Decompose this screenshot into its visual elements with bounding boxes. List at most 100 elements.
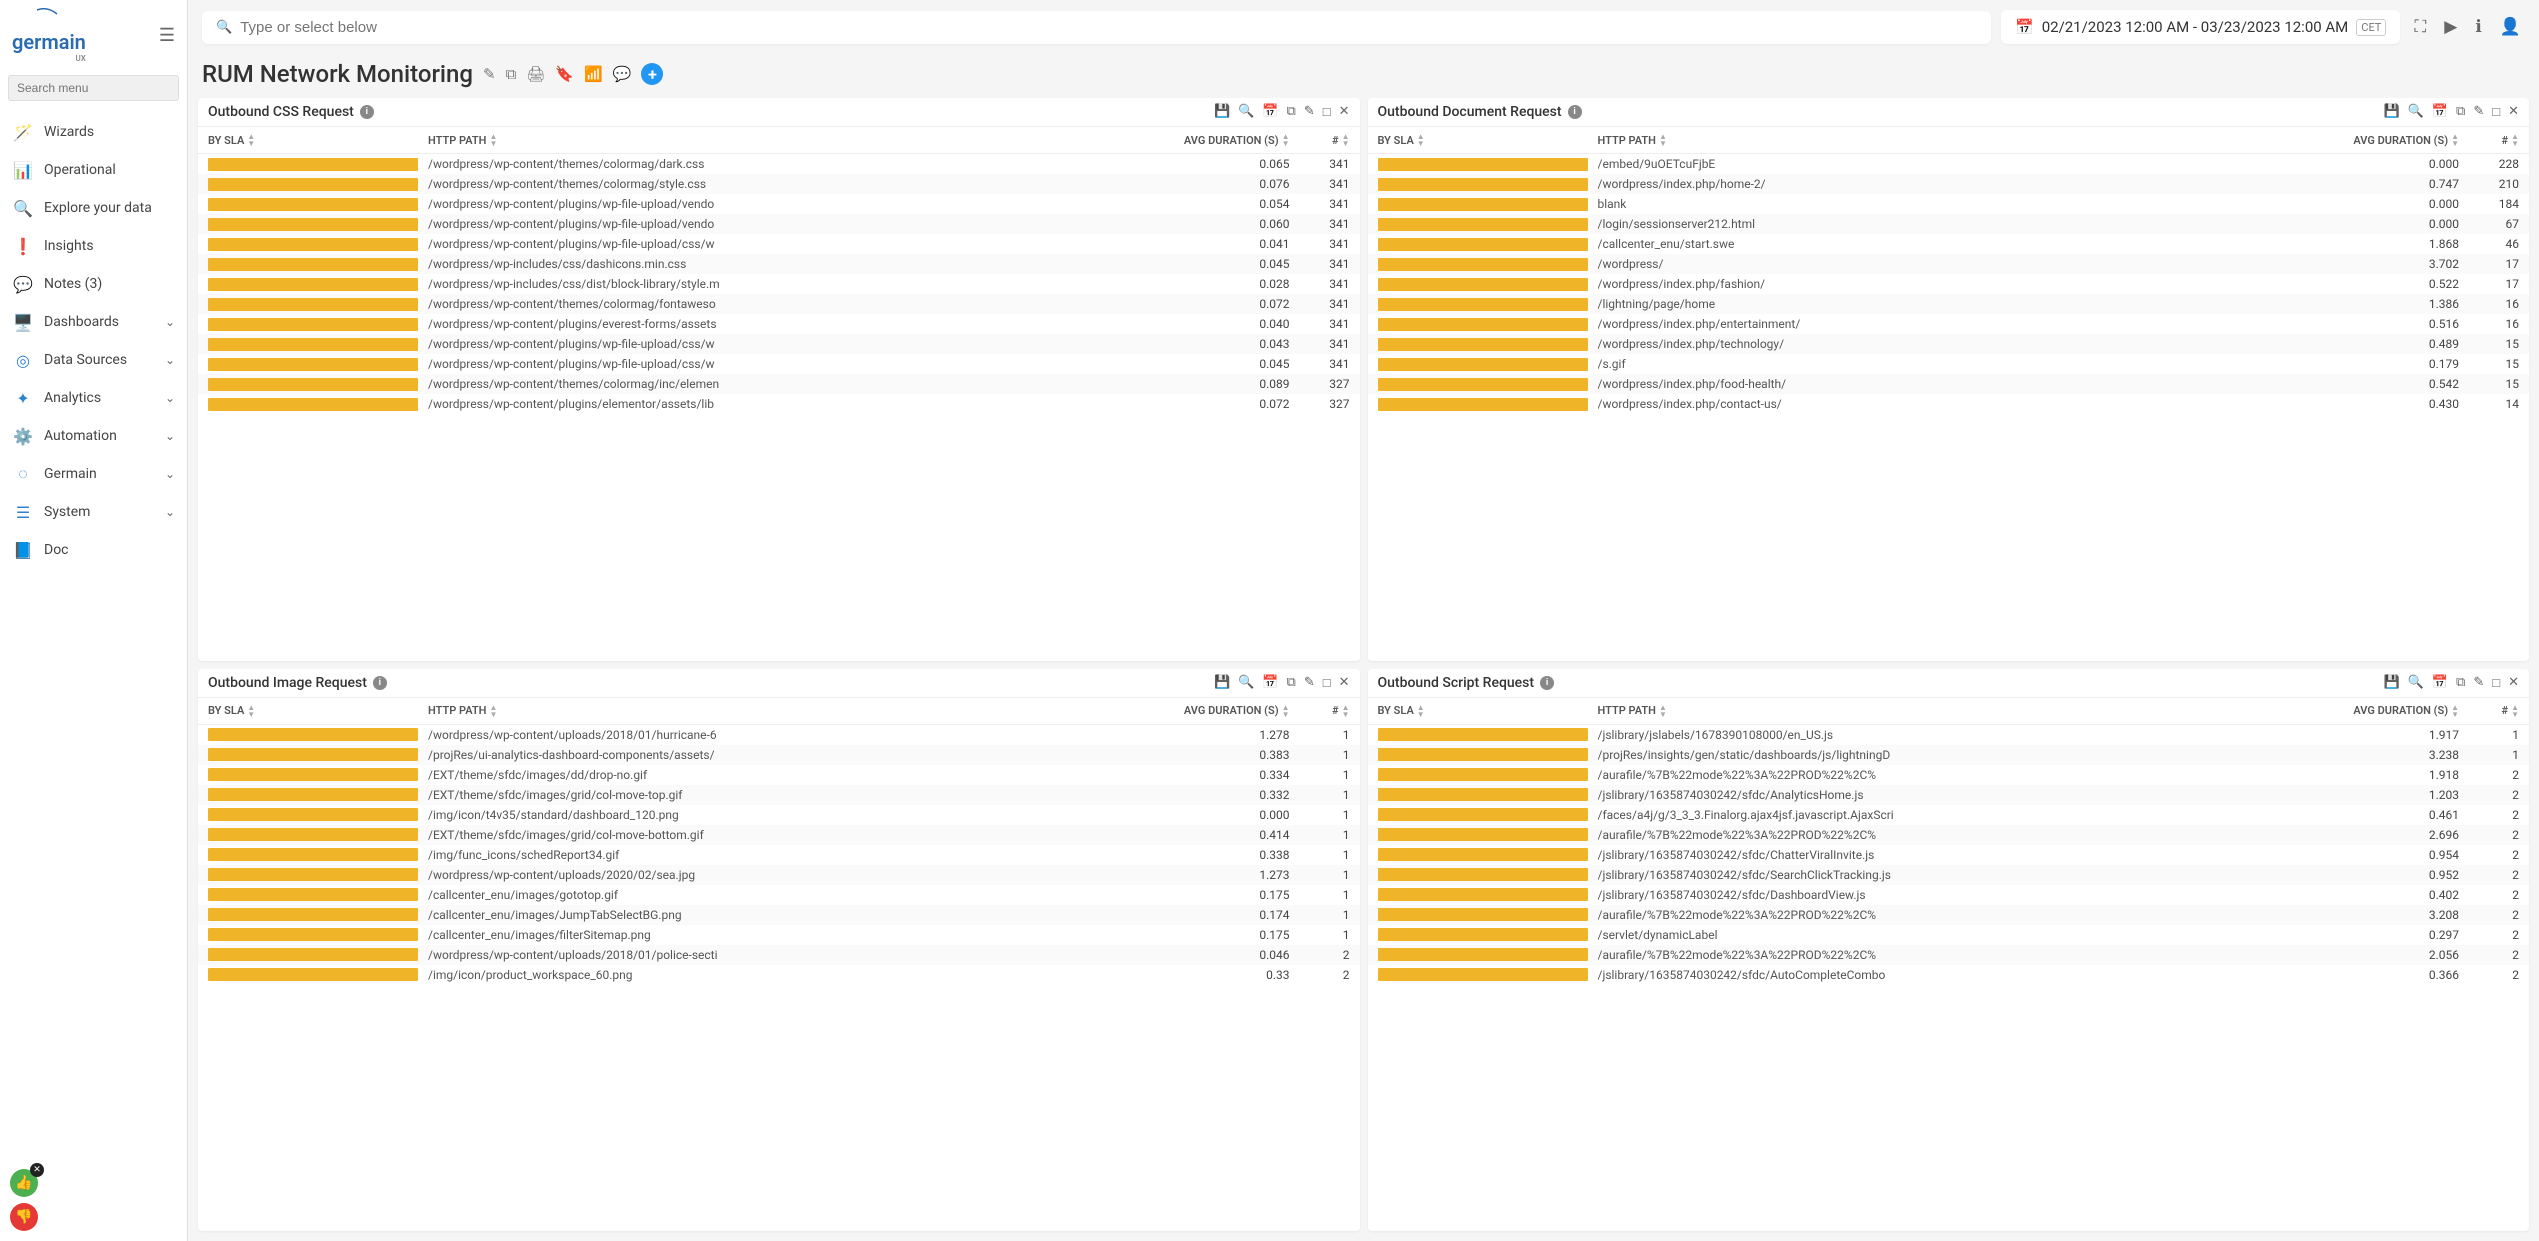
col-path[interactable]: HTTP PATH ▲▼: [1598, 704, 2330, 718]
col-sla[interactable]: BY SLA ▲▼: [208, 133, 428, 147]
table-row[interactable]: /callcenter_enu/images/gototop.gif0.1751: [198, 885, 1360, 905]
user-icon[interactable]: 👤: [2496, 13, 2525, 41]
schedule-icon[interactable]: 📅: [1262, 104, 1278, 120]
sidebar-item-system[interactable]: ☰System⌄: [0, 493, 187, 531]
bars-icon[interactable]: 📶: [584, 65, 603, 83]
table-row[interactable]: /wordpress/index.php/home-2/0.747210: [1368, 174, 2530, 194]
edit-panel-icon[interactable]: ✎: [1304, 675, 1315, 691]
table-row[interactable]: /wordpress/index.php/contact-us/0.43014: [1368, 394, 2530, 414]
daterange-picker[interactable]: 📅 02/21/2023 12:00 AM - 03/23/2023 12:00…: [2001, 10, 2400, 44]
copy-panel-icon[interactable]: ⧉: [1287, 675, 1296, 691]
close-panel-icon[interactable]: ✕: [1339, 104, 1350, 120]
print-icon[interactable]: 🖨: [526, 65, 545, 83]
copy-panel-icon[interactable]: ⧉: [2456, 104, 2465, 120]
sidebar-item-germain[interactable]: ◌Germain⌄: [0, 455, 187, 493]
schedule-icon[interactable]: 📅: [2432, 675, 2448, 691]
edit-panel-icon[interactable]: ✎: [2473, 104, 2484, 120]
table-row[interactable]: /wordpress/wp-content/plugins/everest-fo…: [198, 314, 1360, 334]
table-row[interactable]: /img/icon/product_workspace_60.png0.332: [198, 965, 1360, 985]
table-row[interactable]: /wordpress/index.php/technology/0.48915: [1368, 334, 2530, 354]
table-row[interactable]: /wordpress/wp-content/themes/colormag/in…: [198, 374, 1360, 394]
sidebar-search-input[interactable]: [8, 75, 179, 101]
table-row[interactable]: /wordpress/wp-includes/css/dist/block-li…: [198, 274, 1360, 294]
table-row[interactable]: /EXT/theme/sfdc/images/dd/drop-no.gif0.3…: [198, 765, 1360, 785]
table-row[interactable]: /aurafile/%7B%22mode%22%3A%22PROD%22%2C%…: [1368, 825, 2530, 845]
maximize-icon[interactable]: □: [1323, 675, 1331, 691]
table-row[interactable]: /lightning/page/home1.38616: [1368, 294, 2530, 314]
table-row[interactable]: /EXT/theme/sfdc/images/grid/col-move-bot…: [198, 825, 1360, 845]
close-fab-icon[interactable]: ✕: [30, 1163, 44, 1177]
table-row[interactable]: /wordpress/index.php/entertainment/0.516…: [1368, 314, 2530, 334]
col-sla[interactable]: BY SLA ▲▼: [1378, 133, 1598, 147]
copy-panel-icon[interactable]: ⧉: [2456, 675, 2465, 691]
zoom-icon[interactable]: 🔍: [2408, 104, 2424, 120]
save-icon[interactable]: 💾: [2383, 675, 2399, 691]
table-row[interactable]: /wordpress/wp-content/plugins/wp-file-up…: [198, 194, 1360, 214]
col-duration[interactable]: AVG DURATION (S) ▲▼: [2329, 133, 2459, 147]
table-row[interactable]: /callcenter_enu/start.swe1.86846: [1368, 234, 2530, 254]
close-panel-icon[interactable]: ✕: [1339, 675, 1350, 691]
col-path[interactable]: HTTP PATH ▲▼: [428, 133, 1160, 147]
table-row[interactable]: /img/func_icons/schedReport34.gif0.3381: [198, 845, 1360, 865]
col-count[interactable]: # ▲▼: [2459, 133, 2519, 147]
table-row[interactable]: /wordpress/wp-content/uploads/2018/01/po…: [198, 945, 1360, 965]
sidebar-item-operational[interactable]: 📊Operational: [0, 151, 187, 189]
table-row[interactable]: /wordpress/wp-content/themes/colormag/da…: [198, 154, 1360, 174]
table-row[interactable]: /jslibrary/1635874030242/sfdc/AnalyticsH…: [1368, 785, 2530, 805]
table-row[interactable]: /wordpress/wp-content/themes/colormag/st…: [198, 174, 1360, 194]
table-row[interactable]: /login/sessionserver212.html0.00067: [1368, 214, 2530, 234]
add-button[interactable]: +: [641, 63, 663, 85]
maximize-icon[interactable]: □: [2492, 104, 2500, 120]
table-row[interactable]: blank0.000184: [1368, 194, 2530, 214]
col-count[interactable]: # ▲▼: [2459, 704, 2519, 718]
searchbar[interactable]: 🔍: [202, 11, 1991, 44]
table-row[interactable]: /faces/a4j/g/3_3_3.Finalorg.ajax4jsf.jav…: [1368, 805, 2530, 825]
bookmark-icon[interactable]: 🔖: [555, 65, 574, 83]
table-row[interactable]: /wordpress/wp-content/plugins/wp-file-up…: [198, 354, 1360, 374]
thumbs-up-button[interactable]: 👍✕: [10, 1169, 38, 1197]
table-row[interactable]: /wordpress/wp-content/plugins/wp-file-up…: [198, 214, 1360, 234]
table-row[interactable]: /wordpress/index.php/fashion/0.52217: [1368, 274, 2530, 294]
col-duration[interactable]: AVG DURATION (S) ▲▼: [2329, 704, 2459, 718]
table-row[interactable]: /wordpress/wp-includes/css/dashicons.min…: [198, 254, 1360, 274]
sidebar-item-notes-3-[interactable]: 💬Notes (3): [0, 265, 187, 303]
table-row[interactable]: /projRes/ui-analytics-dashboard-componen…: [198, 745, 1360, 765]
copy-panel-icon[interactable]: ⧉: [1287, 104, 1296, 120]
maximize-icon[interactable]: □: [1323, 104, 1331, 120]
sidebar-item-dashboards[interactable]: 🖥️Dashboards⌄: [0, 303, 187, 341]
table-row[interactable]: /aurafile/%7B%22mode%22%3A%22PROD%22%2C%…: [1368, 765, 2530, 785]
table-row[interactable]: /jslibrary/1635874030242/sfdc/DashboardV…: [1368, 885, 2530, 905]
zoom-icon[interactable]: 🔍: [1238, 675, 1254, 691]
table-row[interactable]: /projRes/insights/gen/static/dashboards/…: [1368, 745, 2530, 765]
save-icon[interactable]: 💾: [2383, 104, 2399, 120]
sidebar-item-automation[interactable]: ⚙️Automation⌄: [0, 417, 187, 455]
table-row[interactable]: /wordpress/3.70217: [1368, 254, 2530, 274]
table-row[interactable]: /EXT/theme/sfdc/images/grid/col-move-top…: [198, 785, 1360, 805]
zoom-icon[interactable]: 🔍: [1238, 104, 1254, 120]
edit-panel-icon[interactable]: ✎: [1304, 104, 1315, 120]
table-row[interactable]: /jslibrary/jslabels/1678390108000/en_US.…: [1368, 725, 2530, 745]
table-row[interactable]: /servlet/dynamicLabel0.2972: [1368, 925, 2530, 945]
maximize-icon[interactable]: □: [2492, 675, 2500, 691]
table-row[interactable]: /jslibrary/1635874030242/sfdc/ChatterVir…: [1368, 845, 2530, 865]
col-duration[interactable]: AVG DURATION (S) ▲▼: [1160, 704, 1290, 718]
play-icon[interactable]: ▶: [2440, 13, 2461, 41]
table-row[interactable]: /s.gif0.17915: [1368, 354, 2530, 374]
sidebar-item-doc[interactable]: 📘Doc: [0, 531, 187, 569]
table-row[interactable]: /callcenter_enu/images/JumpTabSelectBG.p…: [198, 905, 1360, 925]
global-search-input[interactable]: [240, 19, 1977, 36]
sidebar-item-data-sources[interactable]: ◎Data Sources⌄: [0, 341, 187, 379]
table-row[interactable]: /jslibrary/1635874030242/sfdc/AutoComple…: [1368, 965, 2530, 985]
col-path[interactable]: HTTP PATH ▲▼: [1598, 133, 2330, 147]
copy-icon[interactable]: ⧉: [506, 65, 517, 83]
col-path[interactable]: HTTP PATH ▲▼: [428, 704, 1160, 718]
edit-icon[interactable]: ✎: [483, 65, 496, 83]
table-row[interactable]: /wordpress/wp-content/plugins/wp-file-up…: [198, 334, 1360, 354]
chat-icon[interactable]: 💬: [613, 65, 632, 83]
save-icon[interactable]: 💾: [1214, 675, 1230, 691]
info-icon[interactable]: i: [373, 676, 387, 690]
table-row[interactable]: /callcenter_enu/images/filterSitemap.png…: [198, 925, 1360, 945]
thumbs-down-button[interactable]: 👎: [10, 1203, 38, 1231]
sidebar-item-explore-your-data[interactable]: 🔍Explore your data: [0, 189, 187, 227]
sidebar-item-wizards[interactable]: 🪄Wizards: [0, 113, 187, 151]
